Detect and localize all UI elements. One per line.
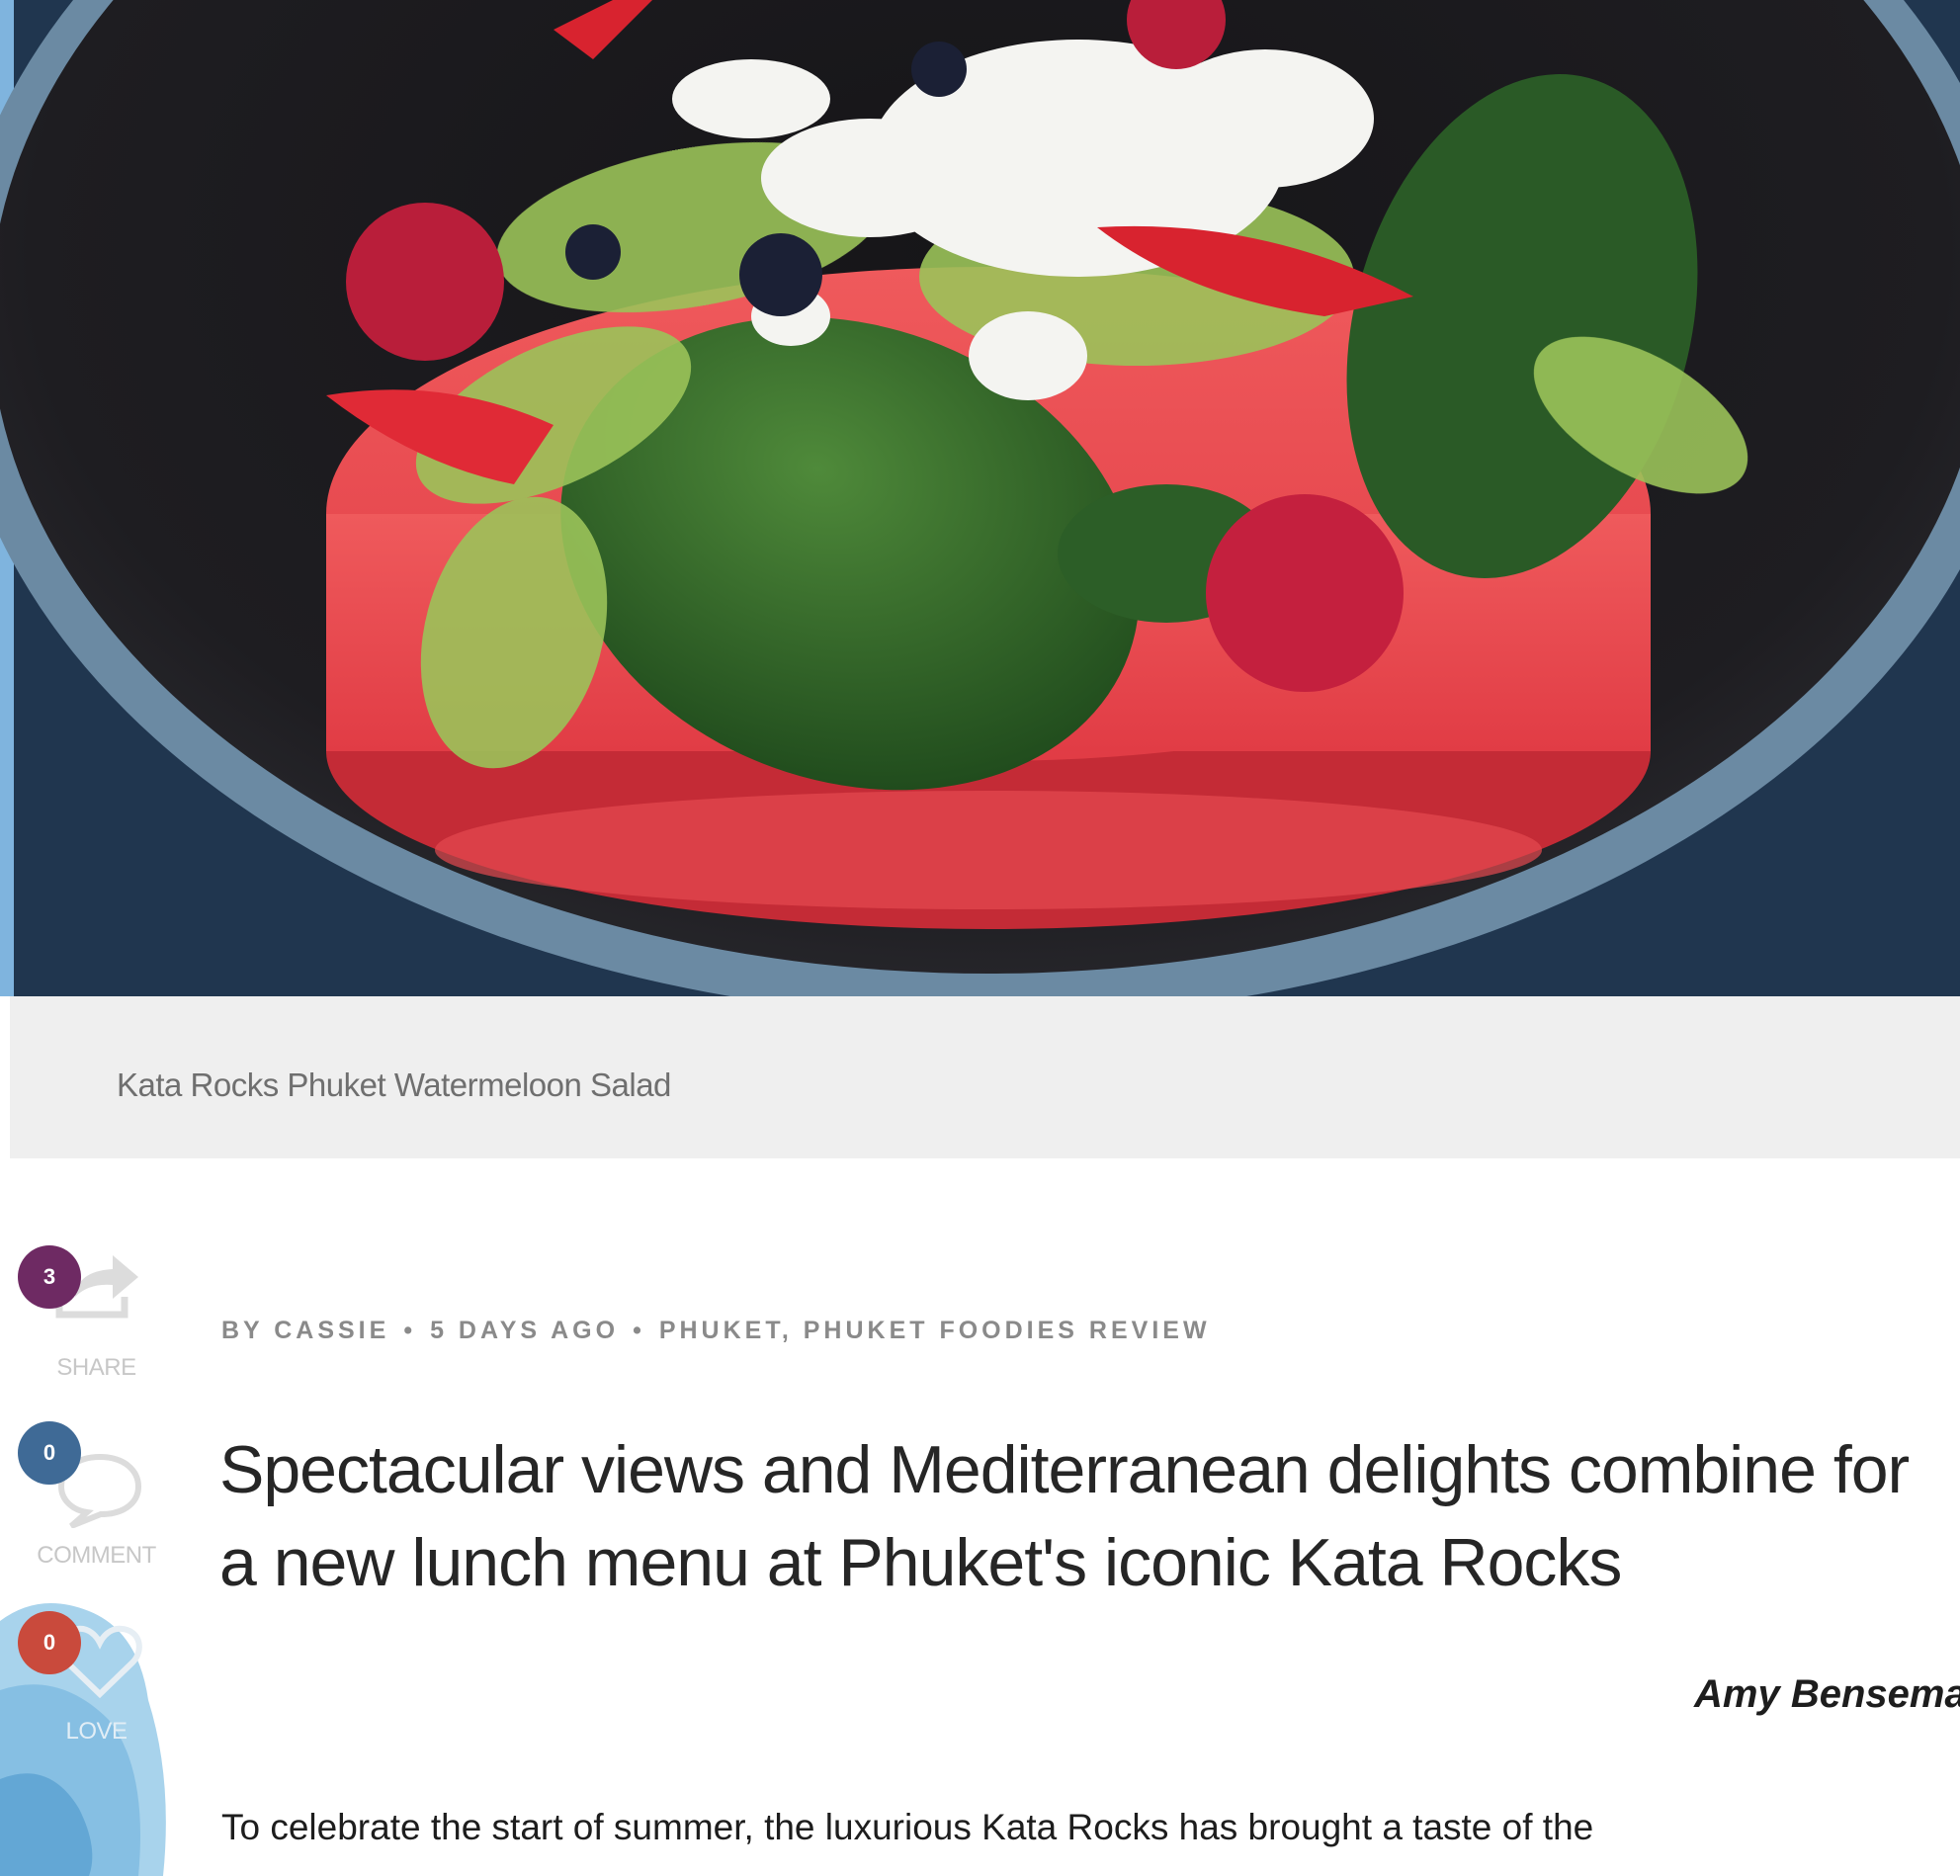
love-label: LOVE	[65, 1718, 128, 1745]
meta-separator: •	[633, 1317, 645, 1344]
hero-image	[0, 0, 1960, 996]
article-byline: Amy Bensema	[1694, 1672, 1960, 1716]
share-count-badge: 3	[18, 1245, 81, 1309]
author-link[interactable]: BY CASSIE	[221, 1317, 389, 1344]
post-date: 5 DAYS AGO	[430, 1317, 620, 1344]
comment-count-badge: 0	[18, 1421, 81, 1485]
article-title: Spectacular views and Mediterranean deli…	[219, 1432, 1910, 1600]
comment-label: COMMENT	[37, 1542, 156, 1569]
watermelon-salad-photo	[0, 0, 1960, 996]
category-links[interactable]: PHUKET, PHUKET FOODIES REVIEW	[659, 1317, 1211, 1344]
image-caption: Kata Rocks Phuket Watermeloon Salad	[117, 1066, 671, 1103]
love-count-badge: 0	[18, 1611, 81, 1674]
share-action[interactable]: 3 SHARE	[0, 1226, 178, 1381]
meta-separator: •	[403, 1317, 417, 1344]
comment-action[interactable]: 0 COMMENT	[0, 1421, 178, 1569]
share-label: SHARE	[56, 1354, 136, 1381]
article-meta: BY CASSIE • 5 DAYS AGO • PHUKET, PHUKET FOOD…	[221, 1317, 1211, 1345]
image-caption-bar: Kata Rocks Phuket Watermeloon Salad	[10, 996, 1960, 1158]
love-action[interactable]: 0 LOVE	[0, 1611, 178, 1749]
social-actions: 3 SHARE 0 COMMENT 0 LOVE	[0, 1226, 178, 1745]
article-intro: To celebrate the start of summer, the lu…	[221, 1807, 1594, 1847]
